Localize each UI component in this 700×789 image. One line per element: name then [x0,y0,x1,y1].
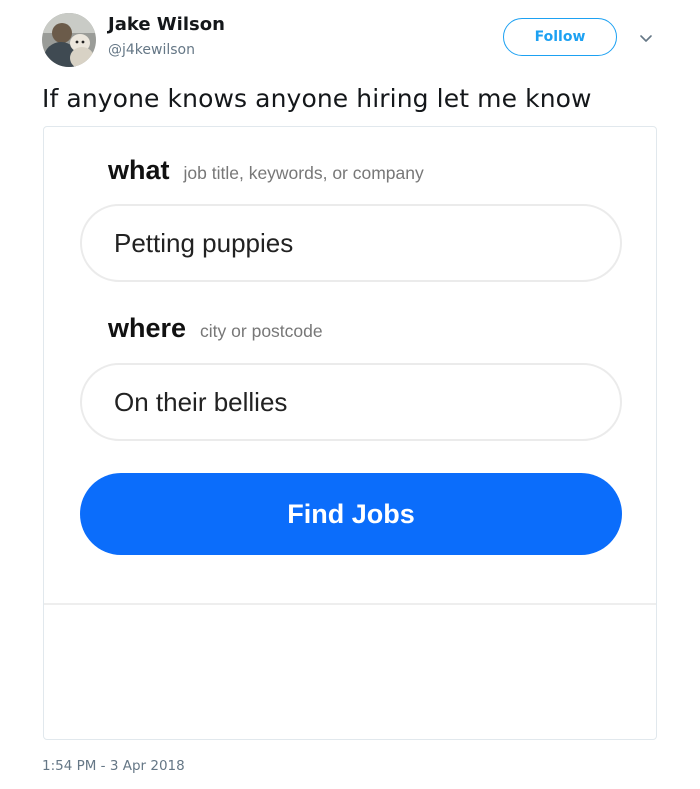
where-hint: city or postcode [200,321,323,341]
what-hint: job title, keywords, or company [183,163,424,183]
tweet-timestamp[interactable]: 1:54 PM - 3 Apr 2018 [42,758,185,774]
where-input[interactable]: On their bellies [80,363,622,441]
author-handle[interactable]: @j4kewilson [108,42,195,58]
where-label-row: where city or postcode [108,313,323,344]
find-jobs-button[interactable]: Find Jobs [80,473,622,555]
tweet-header: Jake Wilson @j4kewilson Follow [0,0,700,80]
avatar-photo [42,13,96,67]
where-label: where [108,313,187,343]
what-input[interactable]: Petting puppies [80,204,622,282]
tweet-image[interactable]: what job title, keywords, or company Pet… [43,126,657,740]
author-name[interactable]: Jake Wilson [108,14,225,35]
chevron-down-icon[interactable] [636,28,656,48]
where-input-value: On their bellies [114,386,288,417]
what-label-row: what job title, keywords, or company [108,155,424,186]
what-label: what [108,155,170,185]
follow-button[interactable]: Follow [503,18,617,56]
tweet-text: If anyone knows anyone hiring let me kno… [42,84,592,113]
avatar[interactable] [42,13,96,67]
divider [44,603,656,605]
what-input-value: Petting puppies [114,227,294,258]
